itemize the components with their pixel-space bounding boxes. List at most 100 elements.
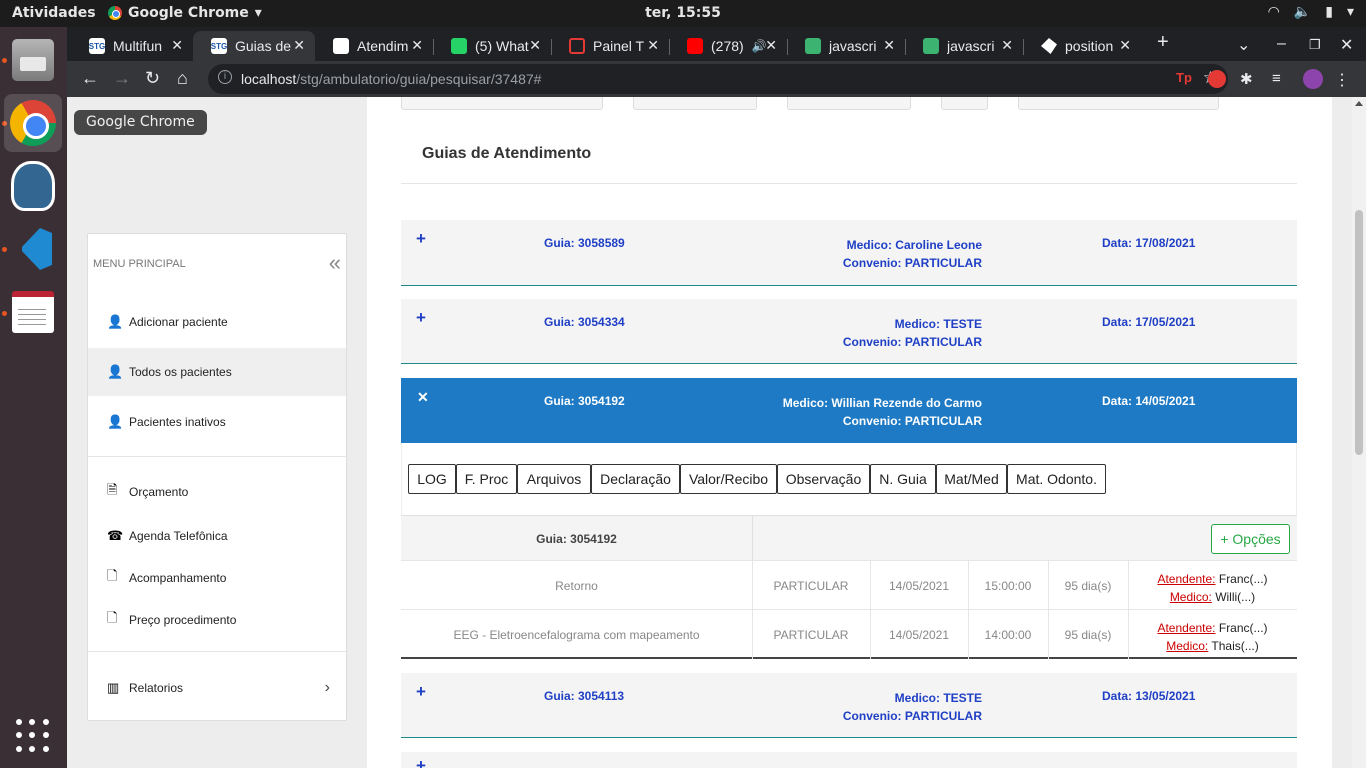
medico-link[interactable]: Medico: bbox=[1170, 590, 1212, 604]
table-row[interactable]: Retorno PARTICULAR 14/05/2021 15:00:00 9… bbox=[401, 560, 1297, 610]
url-text[interactable]: localhost/stg/ambulatorio/guia/pesquisar… bbox=[241, 71, 541, 87]
guia-row-expanded[interactable]: ✕ Guia: 3054192 Medico: Willian Rezende … bbox=[401, 378, 1297, 443]
media-control-icon[interactable]: ≡ bbox=[1272, 70, 1290, 88]
new-tab-button[interactable]: + bbox=[1157, 31, 1169, 54]
extensions-puzzle-icon[interactable]: ✱ bbox=[1240, 70, 1258, 88]
collapse-close-icon[interactable]: ✕ bbox=[417, 389, 429, 406]
dock-vscode[interactable] bbox=[4, 220, 62, 278]
forward-icon[interactable]: → bbox=[113, 68, 131, 89]
table-row[interactable]: EEG - Eletroencefalograma com mapeamento… bbox=[401, 609, 1297, 659]
back-icon[interactable]: ← bbox=[81, 68, 99, 89]
youtube-icon bbox=[687, 38, 703, 54]
stackoverflow-icon bbox=[805, 38, 821, 54]
dock-chrome[interactable] bbox=[4, 94, 62, 152]
medico-link[interactable]: Medico: bbox=[1166, 639, 1208, 653]
tab-multifun[interactable]: STG Multifun ✕ bbox=[71, 31, 193, 61]
guia-row[interactable]: + Guia: 3054113 Medico: TESTE Convenio: P… bbox=[401, 673, 1297, 738]
tab-atendim[interactable]: Atendim ✕ bbox=[315, 31, 433, 61]
close-icon[interactable]: ✕ bbox=[1001, 37, 1013, 54]
browser-toolbar: ← → ↻ ⌂ i localhost/stg/ambulatorio/guia… bbox=[67, 61, 1366, 97]
sidebar-item-label: Pacientes inativos bbox=[129, 415, 226, 429]
close-icon[interactable]: ✕ bbox=[1119, 37, 1131, 54]
tab-search-icon[interactable]: ⌄ bbox=[1237, 35, 1250, 55]
reload-icon[interactable]: ↻ bbox=[145, 68, 160, 89]
page-content: MENU PRINCIPAL « 👤 Adicionar paciente 👤 … bbox=[67, 97, 1352, 768]
close-icon[interactable]: ✕ bbox=[529, 37, 541, 54]
sidebar-item-acompanhamento[interactable]: 🗋 Acompanhamento bbox=[88, 554, 346, 602]
sidebar-item-adicionar-paciente[interactable]: 👤 Adicionar paciente bbox=[88, 298, 346, 346]
scroll-up-icon[interactable] bbox=[1355, 101, 1363, 106]
dock-files[interactable] bbox=[4, 31, 62, 89]
arquivos-button[interactable]: Arquivos bbox=[517, 464, 591, 494]
declaracao-button[interactable]: Declaração bbox=[591, 464, 680, 494]
address-bar[interactable]: i localhost/stg/ambulatorio/guia/pesquis… bbox=[208, 64, 1228, 94]
sidebar-item-preco-procedimento[interactable]: 🗋 Preço procedimento bbox=[88, 596, 346, 644]
atendente-link[interactable]: Atendente: bbox=[1157, 572, 1215, 586]
mat-med-button[interactable]: Mat/Med bbox=[936, 464, 1007, 494]
log-button[interactable]: LOG bbox=[408, 464, 456, 494]
valor-recibo-button[interactable]: Valor/Recibo bbox=[680, 464, 777, 494]
close-icon[interactable]: ✕ bbox=[765, 37, 777, 54]
tab-guias[interactable]: STG Guias de ✕ bbox=[193, 31, 315, 61]
sidebar-item-label: Preço procedimento bbox=[129, 613, 237, 627]
n-guia-button[interactable]: N. Guia bbox=[870, 464, 936, 494]
f-proc-button[interactable]: F. Proc bbox=[456, 464, 517, 494]
age-field[interactable] bbox=[941, 97, 988, 110]
position-icon bbox=[1041, 38, 1057, 54]
sex-field[interactable] bbox=[633, 97, 757, 110]
mat-odonto-button[interactable]: Mat. Odonto. bbox=[1007, 464, 1106, 494]
patient-name-field[interactable] bbox=[401, 97, 603, 110]
observacao-button[interactable]: Observação bbox=[777, 464, 870, 494]
home-icon[interactable]: ⌂ bbox=[177, 68, 188, 89]
extra-field[interactable] bbox=[1018, 97, 1219, 110]
collapse-sidebar-icon[interactable]: « bbox=[329, 250, 341, 276]
guia-row[interactable]: + bbox=[401, 752, 1297, 768]
painel-icon bbox=[569, 38, 585, 54]
phone-icon: ☎ bbox=[107, 528, 124, 543]
profile-avatar[interactable] bbox=[1303, 69, 1323, 89]
extension-youtube-icon[interactable] bbox=[1208, 70, 1226, 88]
guia-row[interactable]: + Guia: 3054334 Medico: TESTE Convenio: P… bbox=[401, 299, 1297, 364]
tab-javascript-1[interactable]: javascri ✕ bbox=[787, 31, 905, 61]
guia-row[interactable]: + Guia: 3058589 Medico: Caroline Leone Co… bbox=[401, 220, 1297, 286]
sidebar-item-todos-pacientes[interactable]: 👤 Todos os pacientes bbox=[88, 348, 346, 396]
expand-plus-icon[interactable]: + bbox=[416, 308, 426, 328]
expand-plus-icon[interactable]: + bbox=[416, 682, 426, 702]
close-icon[interactable]: ✕ bbox=[293, 37, 305, 54]
vscode-icon bbox=[12, 228, 54, 270]
clock[interactable]: ter, 15:55 bbox=[0, 5, 1366, 21]
dock-pgadmin[interactable] bbox=[4, 157, 62, 215]
expand-plus-icon[interactable]: + bbox=[416, 756, 426, 768]
birthdate-field[interactable] bbox=[787, 97, 911, 110]
close-icon[interactable]: ✕ bbox=[883, 37, 895, 54]
convenio-cell: PARTICULAR bbox=[773, 628, 849, 642]
scrollbar-thumb[interactable] bbox=[1355, 210, 1363, 455]
minimize-icon[interactable]: – bbox=[1277, 35, 1286, 53]
sidebar-item-agenda-telefonica[interactable]: ☎ Agenda Telefônica bbox=[88, 512, 346, 560]
tab-position[interactable]: position ✕ bbox=[1023, 31, 1141, 61]
menu-kebab-icon[interactable]: ⋮ bbox=[1334, 70, 1352, 89]
close-icon[interactable]: ✕ bbox=[171, 37, 183, 54]
system-tray[interactable]: ◠ 🔈 ▮ ▾ bbox=[1268, 4, 1354, 20]
tab-youtube[interactable]: (278) 🔊 ✕ bbox=[669, 31, 787, 61]
tab-whatsapp[interactable]: (5) What ✕ bbox=[433, 31, 551, 61]
chevron-right-icon: › bbox=[324, 679, 330, 696]
tab-painel[interactable]: Painel T ✕ bbox=[551, 31, 669, 61]
sidebar-item-orcamento[interactable]: 🗎 Orçamento bbox=[88, 468, 346, 516]
close-icon[interactable]: ✕ bbox=[647, 37, 659, 54]
extension-tp-icon[interactable]: Tp bbox=[1176, 70, 1194, 88]
tab-javascript-2[interactable]: javascri ✕ bbox=[905, 31, 1023, 61]
site-info-icon[interactable]: i bbox=[218, 70, 232, 84]
maximize-icon[interactable]: ❐ bbox=[1309, 37, 1321, 53]
expand-plus-icon[interactable]: + bbox=[416, 229, 426, 249]
close-window-icon[interactable]: ✕ bbox=[1340, 35, 1353, 55]
sidebar-item-relatorios[interactable]: ▥ Relatorios › bbox=[88, 664, 346, 712]
opcoes-button[interactable]: + Opções bbox=[1211, 524, 1290, 554]
dock-text-editor[interactable] bbox=[4, 283, 62, 341]
page-scrollbar[interactable] bbox=[1352, 97, 1366, 768]
sidebar-item-label: Adicionar paciente bbox=[129, 315, 228, 329]
atendente-link[interactable]: Atendente: bbox=[1157, 621, 1215, 635]
sidebar-item-pacientes-inativos[interactable]: 👤 Pacientes inativos bbox=[88, 398, 346, 446]
close-icon[interactable]: ✕ bbox=[411, 37, 423, 54]
show-applications-icon[interactable] bbox=[16, 719, 50, 753]
